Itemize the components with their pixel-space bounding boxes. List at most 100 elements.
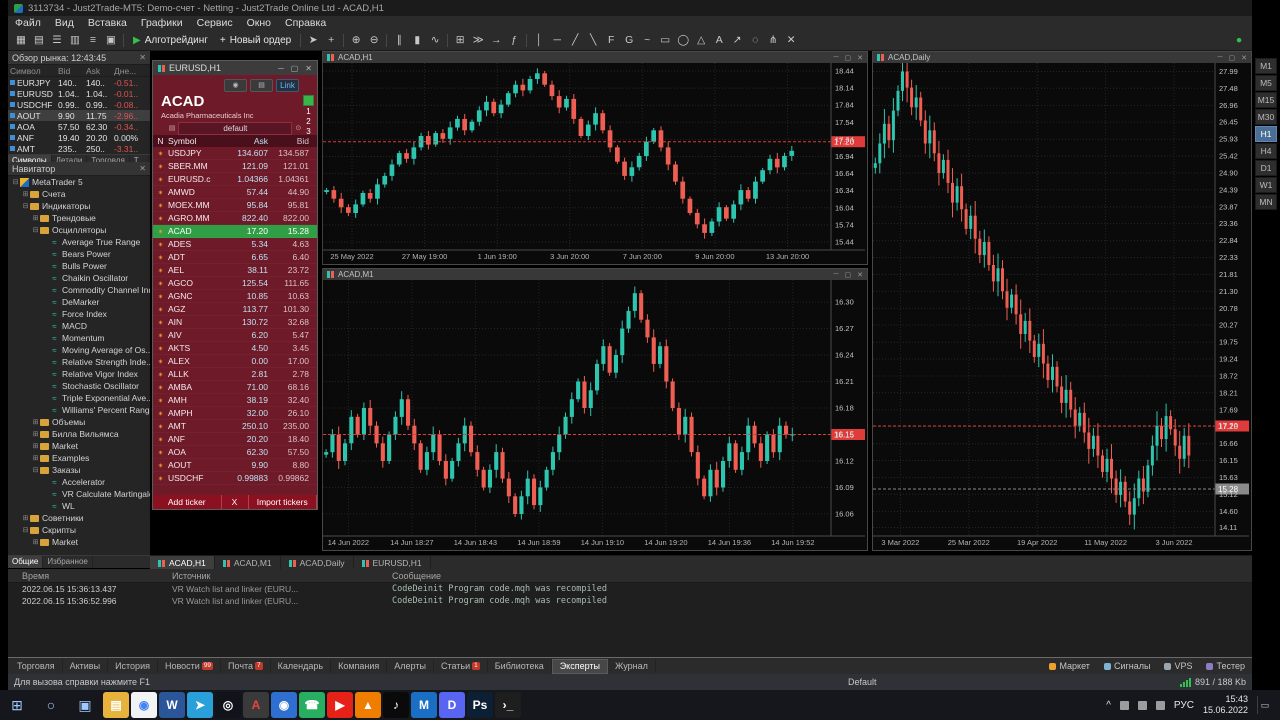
watchlist-row[interactable]: ✶ SBER.MM 121.09 121.01 xyxy=(153,160,317,173)
expander-icon[interactable]: ⊞ xyxy=(31,454,40,462)
star-icon[interactable]: ✶ xyxy=(158,177,164,184)
taskbar-app-camera-app[interactable]: ◉ xyxy=(271,692,297,718)
add-ticker-button[interactable]: Add ticker xyxy=(153,495,222,509)
expander-icon[interactable]: ⊟ xyxy=(21,202,30,210)
star-icon[interactable]: ✶ xyxy=(158,229,164,236)
watchlist-row[interactable]: ✶ ALEX 0.00 17.00 xyxy=(153,355,317,368)
expander-icon[interactable]: ⊟ xyxy=(11,178,20,186)
language-indicator[interactable]: РУС xyxy=(1174,700,1194,711)
indicators-icon[interactable]: ƒ xyxy=(505,32,523,49)
taskbar-app-telegram[interactable]: ➤ xyxy=(187,692,213,718)
journal-row[interactable]: 2022.06.15 15:36:52.996 VR Watch list and… xyxy=(8,595,1252,607)
expander-icon[interactable]: ⊟ xyxy=(31,466,40,474)
tree-item[interactable]: ≈ WL xyxy=(8,500,150,512)
timeframe-button-m30[interactable]: M30 xyxy=(1255,109,1277,125)
fibonacci-icon[interactable]: F xyxy=(602,32,620,49)
chart-window-titlebar[interactable]: ACAD,M1 ─ ▢ ✕ xyxy=(323,269,867,280)
star-icon[interactable]: ✶ xyxy=(158,307,164,314)
expander-icon[interactable]: ⊞ xyxy=(31,418,40,426)
toolbox-tab-Статьи[interactable]: Статьи 1 xyxy=(434,659,488,673)
watchlist-row[interactable]: ✶ ACAD 17.20 15.28 xyxy=(153,225,317,238)
chart-shift-icon[interactable]: → xyxy=(487,32,505,49)
minimize-icon[interactable]: ─ xyxy=(834,271,839,279)
tree-item[interactable]: ≈ Moving Average of Os... xyxy=(8,344,150,356)
chart-window-acad-m1[interactable]: ACAD,M1 ─ ▢ ✕ 14 Jun 2022 14 Jun 18:27 14 Jun … xyxy=(322,268,868,551)
vertical-line-icon[interactable]: │ xyxy=(530,32,548,49)
watchlist-row[interactable]: ✶ ANF 20.20 18.40 xyxy=(153,433,317,446)
tree-item[interactable]: ≈ Chaikin Oscillator xyxy=(8,272,150,284)
tree-item[interactable]: ≈ Stochastic Oscillator xyxy=(8,380,150,392)
star-icon[interactable]: ✶ xyxy=(158,333,164,340)
chart-window-titlebar[interactable]: ACAD,H1 ─ ▢ ✕ xyxy=(323,52,867,63)
star-icon[interactable]: ✶ xyxy=(158,437,164,444)
tree-item[interactable]: ⊞ Трендовые xyxy=(8,212,150,224)
timeframe-button-w1[interactable]: W1 xyxy=(1255,177,1277,193)
expander-icon[interactable]: ⊞ xyxy=(31,442,40,450)
candlestick-chart[interactable]: 14 Jun 2022 14 Jun 18:27 14 Jun 18:43 14 Ju… xyxy=(323,280,865,548)
taskbar-app-metatrader5[interactable]: M xyxy=(411,692,437,718)
expander-icon[interactable]: ⊟ xyxy=(31,226,40,234)
watchlist-row[interactable]: ✶ ADT 6.65 6.40 xyxy=(153,251,317,264)
cursor-icon[interactable]: ➤ xyxy=(304,32,322,49)
taskbar-clock[interactable]: 15:43 15.06.2022 xyxy=(1203,694,1248,716)
tree-item[interactable]: ≈ Average True Range xyxy=(8,236,150,248)
watchlist-row[interactable]: ✶ AGNC 10.85 10.63 xyxy=(153,290,317,303)
star-icon[interactable]: ✶ xyxy=(158,398,164,405)
tester-button[interactable]: Тестер xyxy=(1199,661,1252,671)
volume-icon[interactable] xyxy=(1137,700,1147,710)
taskbar-app-terminal[interactable]: ›_ xyxy=(495,692,521,718)
navigator-panel-icon[interactable]: ≡ xyxy=(84,32,102,49)
market-watch-row[interactable]: EURJPY 140.. 140.. -0.51.. xyxy=(8,77,150,88)
tray-expand-icon[interactable]: ^ xyxy=(1106,700,1111,711)
gear-icon[interactable]: ⊙ xyxy=(295,124,301,132)
tree-item[interactable]: ⊟ Осцилляторы xyxy=(8,224,150,236)
watchlist-row[interactable]: ✶ AMPH 32.00 26.10 xyxy=(153,407,317,420)
toolbox-tab-Библиотека[interactable]: Библиотека xyxy=(488,659,552,673)
watchlist-row[interactable]: ✶ EURUSD.c 1.04366 1.04361 xyxy=(153,173,317,186)
taskbar-app-youtube[interactable]: ▶ xyxy=(327,692,353,718)
maximize-icon[interactable]: ▢ xyxy=(1229,54,1236,62)
taskbar-app-photoshop[interactable]: Ps xyxy=(467,692,493,718)
text-icon[interactable]: A xyxy=(710,32,728,49)
expander-icon[interactable]: ⊞ xyxy=(21,514,30,522)
star-icon[interactable]: ✶ xyxy=(158,411,164,418)
candlestick-chart[interactable]: 3 Mar 2022 25 Mar 2022 19 Apr 2022 11 May 2… xyxy=(873,56,1249,548)
watchlist-row[interactable]: ✶ AGRO.MM 822.40 822.00 xyxy=(153,212,317,225)
star-icon[interactable]: ✶ xyxy=(158,320,164,327)
market-watch-row[interactable]: ANF 19.40 20.20 0.00% xyxy=(8,132,150,143)
delete-ticker-button[interactable]: X xyxy=(222,495,249,509)
tree-item[interactable]: ≈ Commodity Channel Index xyxy=(8,284,150,296)
candlestick-chart[interactable]: 25 May 2022 27 May 19:00 1 Jun 19:00 3 Jun … xyxy=(323,63,865,262)
bar-chart-icon[interactable]: ∥ xyxy=(390,32,408,49)
taskbar-app-vlc[interactable]: ▲ xyxy=(355,692,381,718)
watchlist-row[interactable]: ✶ AMT 250.10 235.00 xyxy=(153,420,317,433)
toolbox-tab-Журнал[interactable]: Журнал xyxy=(608,659,656,673)
timeframe-button-m15[interactable]: M15 xyxy=(1255,92,1277,108)
watchlist-row[interactable]: ✶ AKTS 4.50 3.45 xyxy=(153,342,317,355)
star-icon[interactable]: ✶ xyxy=(158,242,164,249)
tree-item[interactable]: ⊞ Market xyxy=(8,536,150,548)
triangle-icon[interactable]: △ xyxy=(692,32,710,49)
tree-item[interactable]: ≈ Momentum xyxy=(8,332,150,344)
close-icon[interactable]: ✕ xyxy=(857,54,863,62)
trendline-icon[interactable]: ╱ xyxy=(566,32,584,49)
line-chart-icon[interactable]: ∿ xyxy=(426,32,444,49)
toolbox-tab-Компания[interactable]: Компания xyxy=(331,659,388,673)
rectangle-icon[interactable]: ▭ xyxy=(656,32,674,49)
chart-window-acad-h1[interactable]: ACAD,H1 ─ ▢ ✕ 25 May 2022 27 May 19:00 1 Jun 1… xyxy=(322,51,868,265)
star-icon[interactable]: ✶ xyxy=(158,450,164,457)
watchlist-row[interactable]: ✶ AGCO 125.54 111.65 xyxy=(153,277,317,290)
timeframe-button-d1[interactable]: D1 xyxy=(1255,160,1277,176)
watchlist-row[interactable]: ✶ MOEX.MM 95.84 95.81 xyxy=(153,199,317,212)
timeframe-button-mn[interactable]: MN xyxy=(1255,194,1277,210)
star-icon[interactable]: ✶ xyxy=(158,463,164,470)
chart-tab[interactable]: ACAD,Daily xyxy=(281,556,354,570)
journal-row[interactable]: 2022.06.15 15:36:13.437 VR Watch list and… xyxy=(8,583,1252,595)
tree-item[interactable]: ⊞ Билла Вильямса xyxy=(8,428,150,440)
chart-tab[interactable]: ACAD,H1 xyxy=(150,556,215,570)
tree-item[interactable]: ≈ MACD xyxy=(8,320,150,332)
toolbox-tab-Торговля[interactable]: Торговля xyxy=(10,659,63,673)
watchlist-row[interactable]: ✶ AIN 130.72 32.68 xyxy=(153,316,317,329)
toolbox-tab-Почта[interactable]: Почта 7 xyxy=(221,659,271,673)
signals-button[interactable]: Сигналы xyxy=(1097,661,1158,671)
